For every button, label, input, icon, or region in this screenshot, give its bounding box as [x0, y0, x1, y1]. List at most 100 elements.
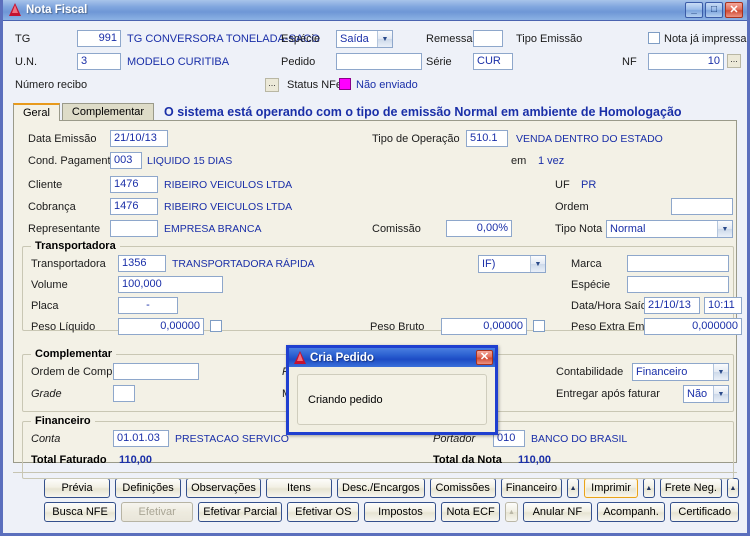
nota-ja-impressa-checkbox[interactable] — [648, 32, 660, 44]
tab-complementar[interactable]: Complementar — [61, 103, 155, 120]
tg-label: TG — [15, 33, 31, 45]
btn-observacoes[interactable]: Observações — [186, 478, 261, 498]
window-title: Nota Fiscal — [26, 4, 88, 16]
btn-impostos[interactable]: Impostos — [364, 502, 437, 522]
peso-bruto-checkbox[interactable] — [533, 320, 545, 332]
remessa-label: Remessa — [426, 33, 473, 45]
cond-pagamento-code-input[interactable]: 003 — [110, 152, 142, 169]
hora-saida-input[interactable]: 10:11 — [704, 297, 742, 314]
transportadora-code-input[interactable]: 1356 — [118, 255, 166, 272]
conta-code-input[interactable]: 01.01.03 — [113, 430, 169, 447]
pedido-input[interactable] — [336, 53, 422, 70]
tg-code-input[interactable]: 991 — [77, 30, 121, 47]
marca-input[interactable] — [627, 255, 729, 272]
volume-input[interactable]: 100,000 — [118, 276, 223, 293]
btn-impostos-label: Impostos — [378, 506, 423, 518]
btn-certificado[interactable]: Certificado — [670, 502, 740, 522]
conta-name-value: PRESTACAO SERVICO — [175, 433, 289, 445]
placa-label: Placa — [31, 300, 59, 312]
transportadora-group: Transportadora Transportadora 1356 TRANS… — [22, 240, 742, 335]
peso-extra-emb-input[interactable]: 0,000000 — [644, 318, 742, 335]
tipo-operacao-code-input[interactable]: 510.1 — [466, 130, 508, 147]
maximize-button[interactable]: □ — [705, 2, 723, 18]
btn-financeiro[interactable]: Financeiro — [500, 478, 563, 498]
btn-itens[interactable]: Itens — [265, 478, 332, 498]
btn-previa[interactable]: Prévia — [44, 478, 111, 498]
un-code-input[interactable]: 3 — [77, 53, 121, 70]
especie-value: Saída — [340, 33, 369, 45]
btn-efetivar-parcial[interactable]: Efetivar Parcial — [198, 502, 283, 522]
contabilidade-select[interactable]: Financeiro ▼ — [632, 363, 729, 381]
chevron-down-icon[interactable]: ▼ — [530, 256, 545, 272]
chevron-down-icon[interactable]: ▼ — [713, 364, 728, 380]
nf-label: NF — [622, 56, 637, 68]
button-row-2: Busca NFE Efetivar Efetivar Parcial Efet… — [11, 502, 740, 522]
placa-input[interactable]: - — [118, 297, 178, 314]
button-row-1: Prévia Definições Observações Itens Desc… — [11, 478, 740, 498]
entregar-apos-faturar-select[interactable]: Não ▼ — [683, 385, 729, 403]
btn-nota-ecf[interactable]: Nota ECF — [441, 502, 500, 522]
btn-imprimir-dropdown[interactable]: ▲ — [642, 478, 655, 498]
btn-comissoes[interactable]: Comissões — [429, 478, 496, 498]
remessa-input[interactable] — [473, 30, 503, 47]
em-value: 1 vez — [538, 155, 565, 167]
comissao-input[interactable]: 0,00% — [446, 220, 512, 237]
system-banner-message: O sistema está operando com o tipo de em… — [164, 104, 682, 119]
dialog-titlebar[interactable]: Cria Pedido ✕ — [289, 348, 495, 367]
btn-financeiro-dropdown[interactable]: ▲ — [567, 478, 580, 498]
btn-nota-ecf-dropdown: ▲ — [504, 502, 519, 522]
peso-liquido-checkbox[interactable] — [210, 320, 222, 332]
grade-input[interactable] — [113, 385, 135, 402]
cliente-code-input[interactable]: 1476 — [110, 176, 158, 193]
chevron-down-icon[interactable]: ▼ — [713, 386, 728, 402]
btn-anular-nf[interactable]: Anular NF — [523, 502, 592, 522]
btn-definicoes[interactable]: Definições — [115, 478, 182, 498]
representante-code-input[interactable] — [110, 220, 158, 237]
ordem-compra-label: Ordem de Compra — [31, 366, 123, 378]
btn-desc-encargos[interactable]: Desc./Encargos — [337, 478, 425, 498]
nf-lookup-button[interactable]: ... — [727, 54, 741, 68]
close-button[interactable]: ✕ — [725, 2, 743, 18]
minimize-button[interactable]: _ — [685, 2, 703, 18]
nf-input[interactable]: 10 — [648, 53, 724, 70]
tipo-nota-select[interactable]: Normal ▼ — [606, 220, 733, 238]
btn-busca-nfe[interactable]: Busca NFE — [44, 502, 117, 522]
btn-busca-nfe-label: Busca NFE — [52, 506, 108, 518]
pedido-label: Pedido — [281, 56, 316, 68]
ordem-input[interactable] — [671, 198, 733, 215]
btn-frete-neg[interactable]: Frete Neg. — [659, 478, 722, 498]
data-emissao-input[interactable]: 21/10/13 — [110, 130, 168, 147]
especie-transp-input[interactable] — [627, 276, 729, 293]
chevron-down-icon[interactable]: ▼ — [717, 221, 732, 237]
btn-desc-encargos-label: Desc./Encargos — [342, 482, 420, 494]
data-saida-input[interactable]: 21/10/13 — [644, 297, 700, 314]
tipo-emissao-label: Tipo Emissão — [516, 33, 583, 45]
cobranca-code-input[interactable]: 1476 — [110, 198, 158, 215]
ordem-compra-input[interactable] — [113, 363, 199, 380]
complementar-group-title: Complementar — [31, 348, 117, 360]
dialog-message-box: Criando pedido — [297, 374, 487, 425]
btn-nota-ecf-label: Nota ECF — [446, 506, 495, 518]
serie-input[interactable]: CUR — [473, 53, 513, 70]
caret-up-icon: ▲ — [645, 484, 653, 492]
btn-frete-neg-dropdown[interactable]: ▲ — [726, 478, 740, 498]
btn-efetivar-os[interactable]: Efetivar OS — [287, 502, 360, 522]
entregar-apos-faturar-value: Não — [687, 388, 708, 400]
chevron-down-icon[interactable]: ▼ — [377, 31, 392, 47]
especie-select[interactable]: Saída ▼ — [336, 30, 393, 48]
btn-acompanh[interactable]: Acompanh. — [596, 502, 666, 522]
peso-bruto-input[interactable]: 0,00000 — [441, 318, 527, 335]
recibo-lookup-button[interactable]: ... — [265, 78, 279, 92]
btn-imprimir-label: Imprimir — [591, 482, 631, 494]
status-nfe-value: Não enviado — [356, 79, 418, 91]
btn-imprimir[interactable]: Imprimir — [584, 478, 638, 498]
btn-previa-label: Prévia — [61, 482, 93, 494]
dialog-close-button[interactable]: ✕ — [476, 350, 493, 365]
contabilidade-value: Financeiro — [636, 366, 688, 378]
tab-geral[interactable]: Geral — [13, 103, 60, 121]
window-titlebar[interactable]: Nota Fiscal _ □ ✕ — [3, 0, 747, 21]
frete-select[interactable]: IF) ▼ — [478, 255, 546, 273]
tab-complementar-label: Complementar — [71, 106, 145, 118]
peso-liquido-input[interactable]: 0,00000 — [118, 318, 204, 335]
status-nfe-color-swatch — [339, 78, 351, 90]
